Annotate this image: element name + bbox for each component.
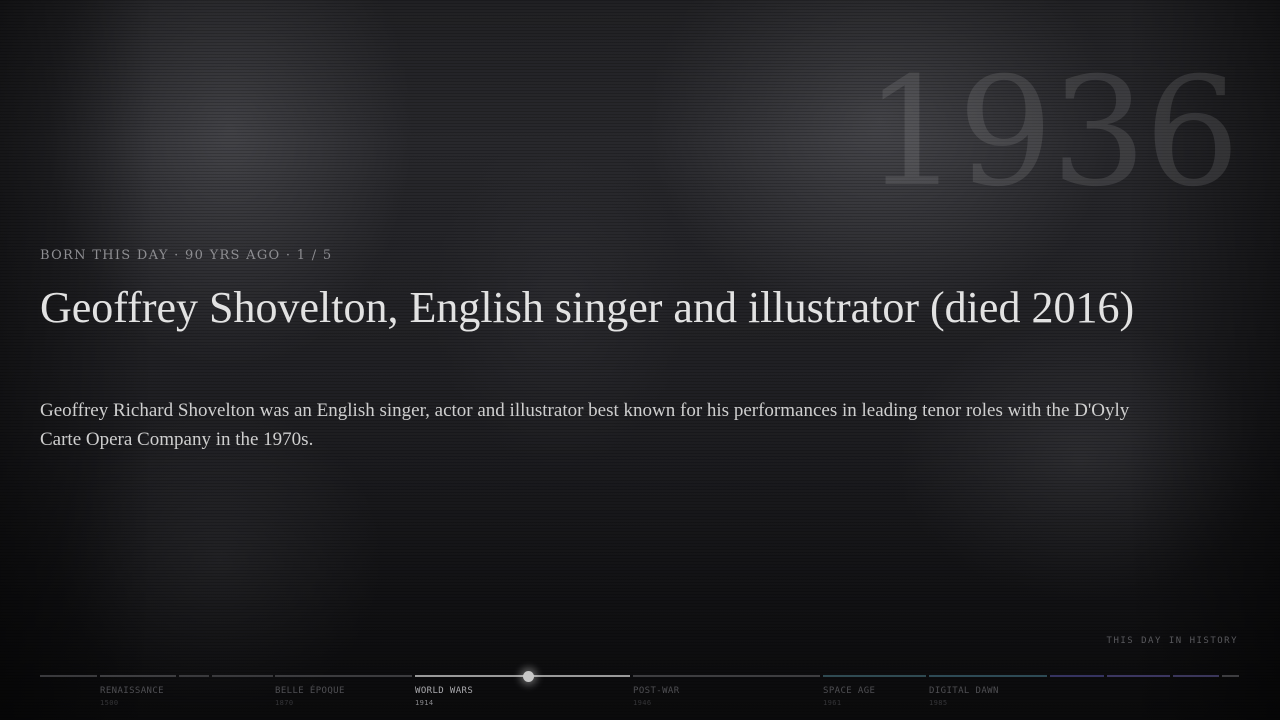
era-label: RENAISSANCE [100,686,165,696]
era-year: 1870 [275,699,294,707]
brand-label: THIS DAY IN HISTORY [1106,636,1238,646]
timeline-segment-early-modern[interactable] [179,675,209,677]
timeline-segment-present[interactable] [1173,675,1219,677]
era-year: 1961 [823,699,842,707]
timeline-segment-digital-dawn[interactable] [929,675,1047,677]
event-description: Geoffrey Richard Shovelton was an Englis… [40,400,1130,450]
era-label: DIGITAL DAWN [929,686,999,696]
timeline-segment-belle-epoque[interactable] [275,675,412,677]
timeline-segment-prehistory[interactable] [40,675,97,677]
timeline-segment-mobile[interactable] [1107,675,1170,677]
timeline-segment-post-war[interactable] [633,675,820,677]
era-label: WORLD WARS [415,686,474,696]
era-year: 1914 [415,699,434,707]
timeline-era-belle-epoque[interactable]: BELLE ÉPOQUE 1870 [275,685,345,709]
era-label: POST-WAR [633,686,680,696]
timeline-segment-now[interactable] [1222,675,1239,677]
timeline-era-digital-dawn[interactable]: DIGITAL DAWN 1985 [929,685,999,709]
event-kicker: BORN THIS DAY · 90 YRS AGO · 1 / 5 [40,248,333,263]
era-year: 1985 [929,699,948,707]
timeline-era-world-wars[interactable]: WORLD WARS 1914 [415,685,473,709]
event-headline: Geoffrey Shovelton, English singer and i… [40,283,1135,332]
era-year: 1500 [100,699,119,707]
timeline-track[interactable] [40,675,1239,677]
timeline-era-post-war[interactable]: POST-WAR 1946 [633,685,680,709]
timeline-scrubber-handle[interactable] [523,671,534,682]
era-label: BELLE ÉPOQUE [275,686,345,696]
year-watermark: 1936 [864,46,1240,220]
timeline-segment-internet[interactable] [1050,675,1104,677]
era-year: 1946 [633,699,652,707]
timeline-era-space-age[interactable]: SPACE AGE 1961 [823,685,875,709]
timeline-era-renaissance[interactable]: RENAISSANCE 1500 [100,685,164,709]
timeline-segment-space-age[interactable] [823,675,926,677]
timeline-segment-enlightenment[interactable] [212,675,273,677]
timeline-segment-renaissance[interactable] [100,675,176,677]
era-label: SPACE AGE [823,686,876,696]
